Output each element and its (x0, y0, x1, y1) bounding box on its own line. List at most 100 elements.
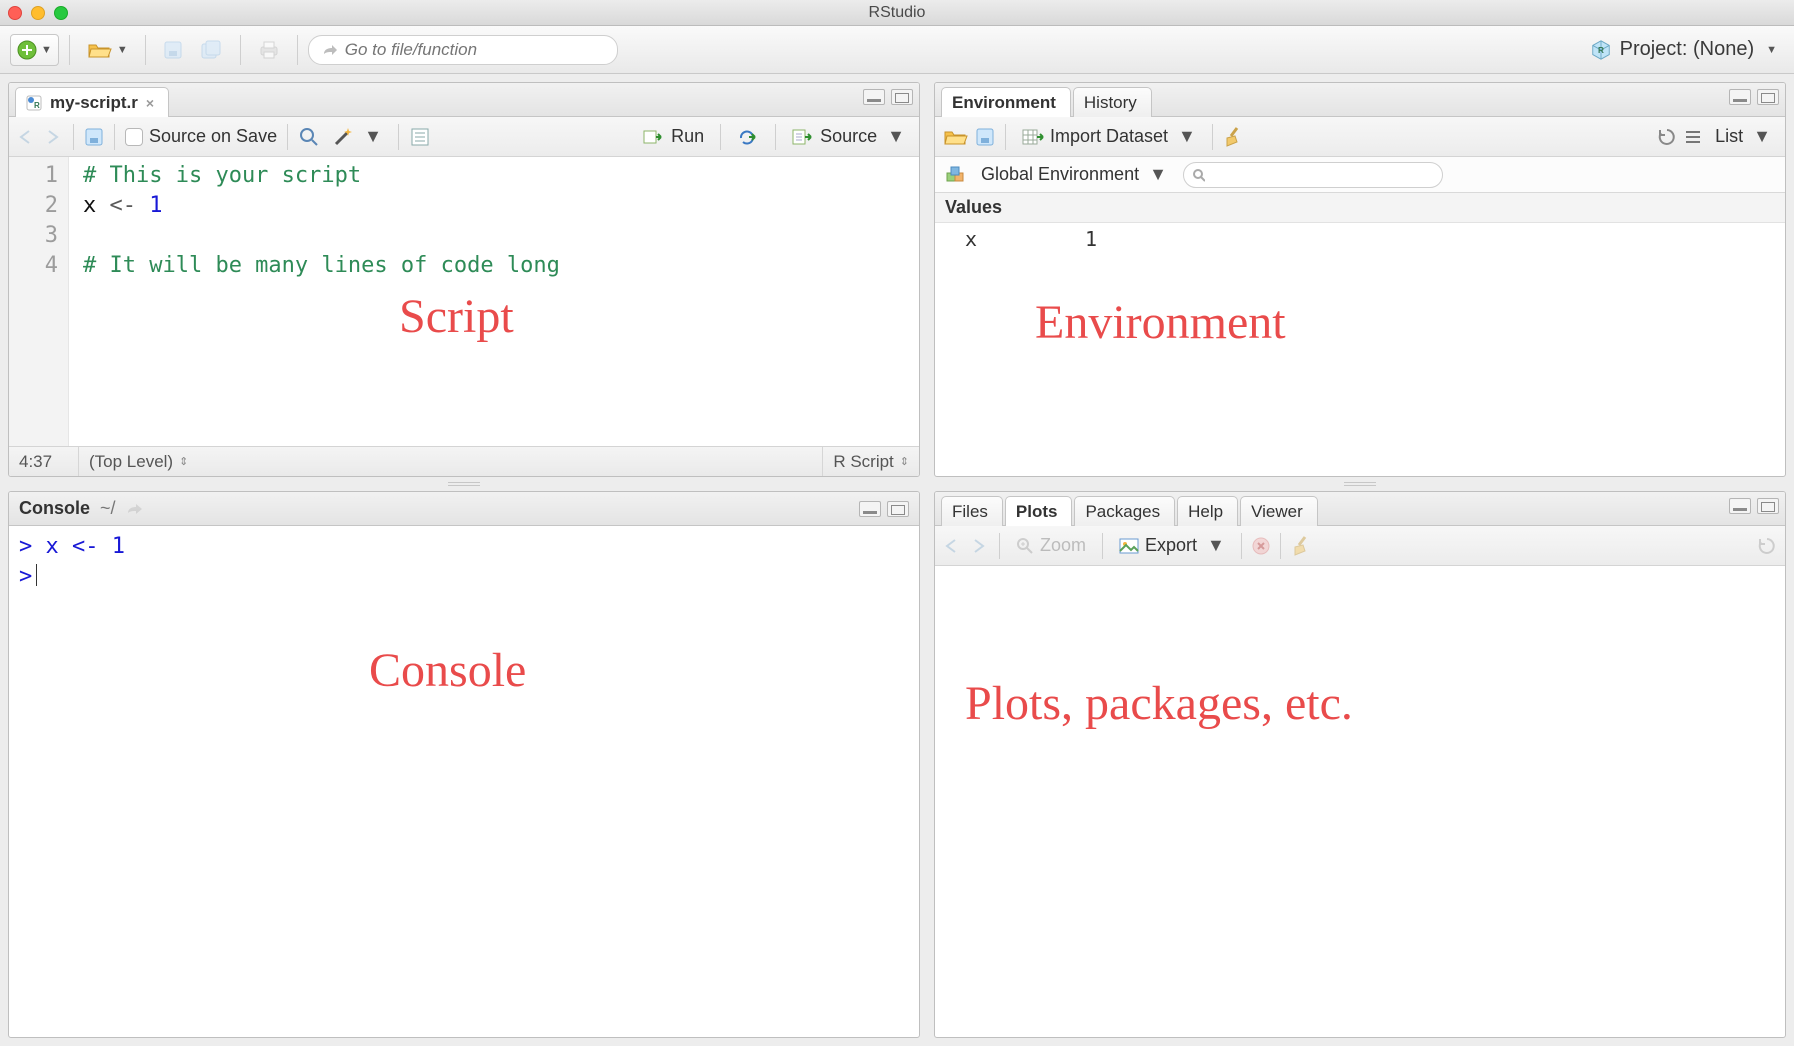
save-button[interactable] (156, 34, 190, 66)
rerun-button[interactable] (731, 126, 765, 148)
nav-back-icon[interactable] (17, 129, 37, 145)
save-all-button[interactable] (194, 34, 230, 66)
line-number: 2 (9, 191, 58, 221)
scope-selector[interactable]: Global Environment ▼ (975, 162, 1173, 187)
tab-plots[interactable]: Plots (1005, 496, 1073, 526)
code-tools-button[interactable]: ▼ (326, 124, 388, 150)
goto-input[interactable] (345, 40, 605, 60)
env-tabstrip: Environment History (935, 83, 1785, 117)
zoom-label: Zoom (1040, 535, 1086, 556)
remove-plot-icon[interactable] (1252, 537, 1270, 555)
import-dataset-button[interactable]: Import Dataset ▼ (1016, 124, 1202, 149)
new-file-button[interactable]: ▼ (10, 34, 59, 66)
view-mode-button[interactable]: List ▼ (1709, 124, 1777, 149)
broom-icon[interactable] (1223, 126, 1243, 148)
maximize-window-icon[interactable] (54, 6, 68, 20)
nav-forward-icon[interactable] (43, 129, 63, 145)
export-label: Export (1145, 535, 1197, 556)
chevron-down-icon: ▼ (117, 44, 128, 56)
pane-maximize-icon[interactable] (891, 89, 913, 105)
env-var-name: x (965, 227, 1085, 251)
vertical-splitter[interactable] (920, 82, 934, 1038)
editor-code[interactable]: # This is your script x <- 1 # It will b… (69, 157, 560, 446)
import-label: Import Dataset (1050, 126, 1168, 147)
floppy-icon (163, 40, 183, 60)
horizontal-splitter[interactable] (934, 477, 1786, 491)
notebook-icon[interactable] (409, 127, 431, 147)
print-button[interactable] (251, 34, 287, 66)
open-file-button[interactable]: ▼ (80, 34, 135, 66)
separator (240, 35, 241, 65)
pane-maximize-icon[interactable] (1757, 89, 1779, 105)
horizontal-splitter[interactable] (8, 477, 920, 491)
project-menu[interactable]: R Project: (None) ▼ (1583, 33, 1784, 66)
code-token: # This is your script (83, 163, 361, 188)
annotation-plots: Plots, packages, etc. (965, 676, 1353, 731)
r-file-icon: R (26, 95, 42, 111)
search-icon (1192, 168, 1205, 182)
run-button[interactable]: Run (637, 124, 710, 149)
run-icon (643, 128, 665, 146)
printer-icon (258, 40, 280, 60)
goto-file-function[interactable] (308, 35, 618, 65)
tab-label: History (1084, 93, 1137, 113)
find-icon[interactable] (298, 126, 320, 148)
close-window-icon[interactable] (8, 6, 22, 20)
export-button[interactable]: Export ▼ (1113, 533, 1231, 558)
source-on-save-checkbox[interactable] (125, 128, 143, 146)
line-number: 1 (9, 161, 58, 191)
tab-files[interactable]: Files (941, 496, 1003, 526)
nav-back-icon[interactable] (943, 538, 963, 554)
chevron-down-icon: ▼ (887, 126, 905, 147)
console-title: Console (19, 498, 90, 519)
scope-selector[interactable]: (Top Level)⇕ (79, 447, 823, 476)
source-button[interactable]: Source ▼ (786, 124, 911, 149)
folder-open-icon[interactable] (943, 127, 969, 147)
line-number: 4 (9, 251, 58, 281)
list-lines-icon[interactable] (1683, 128, 1703, 146)
env-search-input[interactable] (1211, 166, 1434, 183)
source-pane: R my-script.r × Source on Save (8, 82, 920, 477)
close-tab-icon[interactable]: × (146, 95, 154, 111)
minimize-window-icon[interactable] (31, 6, 45, 20)
sort-icon: ⇕ (179, 455, 188, 468)
floppy-icon[interactable] (975, 127, 995, 147)
tab-packages[interactable]: Packages (1074, 496, 1175, 526)
pane-minimize-icon[interactable] (1729, 498, 1751, 514)
sort-icon: ⇕ (900, 455, 909, 468)
run-label: Run (671, 126, 704, 147)
wand-icon (332, 126, 354, 148)
pane-minimize-icon[interactable] (863, 89, 885, 105)
pane-maximize-icon[interactable] (887, 501, 909, 517)
console-path: ~/ (100, 498, 116, 519)
tab-label: Viewer (1251, 502, 1303, 522)
language-selector[interactable]: R Script⇕ (823, 447, 919, 476)
tab-environment[interactable]: Environment (941, 87, 1071, 117)
tab-history[interactable]: History (1073, 87, 1152, 117)
refresh-icon[interactable] (1757, 536, 1777, 556)
floppy-icon[interactable] (84, 127, 104, 147)
environment-pane: Environment History Import Dataset ▼ Lis… (934, 82, 1786, 477)
env-variable-row[interactable]: x 1 (935, 223, 1785, 255)
tab-viewer[interactable]: Viewer (1240, 496, 1318, 526)
plots-tabstrip: Files Plots Packages Help Viewer (935, 492, 1785, 526)
refresh-icon[interactable] (1657, 127, 1677, 147)
console-body[interactable]: > x <- 1 > Console (9, 526, 919, 1037)
pane-maximize-icon[interactable] (1757, 498, 1779, 514)
source-editor[interactable]: 1 2 3 4 # This is your script x <- 1 # I… (9, 157, 919, 446)
chevron-down-icon: ▼ (1178, 126, 1196, 147)
tab-help[interactable]: Help (1177, 496, 1238, 526)
zoom-button[interactable]: Zoom (1010, 533, 1092, 558)
chevron-down-icon: ▼ (1149, 164, 1167, 185)
env-search[interactable] (1183, 162, 1443, 188)
grid-import-icon (1022, 128, 1044, 146)
pane-minimize-icon[interactable] (1729, 89, 1751, 105)
console-line: > x <- 1 (19, 532, 909, 562)
broom-icon[interactable] (1291, 535, 1311, 557)
nav-forward-icon[interactable] (969, 538, 989, 554)
source-tab[interactable]: R my-script.r × (15, 87, 169, 117)
share-arrow-icon[interactable] (126, 502, 144, 516)
pane-minimize-icon[interactable] (859, 501, 881, 517)
packages-cubes-icon (945, 165, 965, 185)
titlebar: RStudio (0, 0, 1794, 26)
